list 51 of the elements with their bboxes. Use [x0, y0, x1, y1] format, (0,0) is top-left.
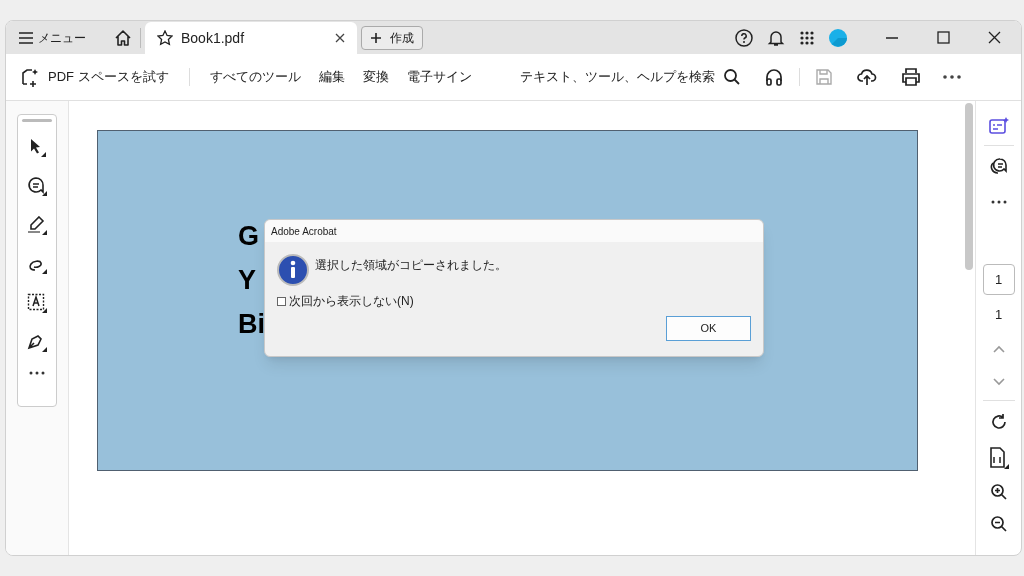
rotate-icon[interactable] — [989, 412, 1008, 431]
maximize-icon[interactable] — [937, 31, 950, 44]
chevron-up-icon[interactable] — [992, 344, 1005, 353]
avatar-icon[interactable] — [829, 28, 847, 47]
cloud-upload-icon[interactable] — [857, 68, 877, 86]
menu-button[interactable]: メニュー — [6, 21, 94, 54]
toolbar-menu-item[interactable]: 編集 — [318, 67, 345, 87]
highlighter-icon[interactable] — [27, 215, 47, 235]
try-space-button[interactable]: PDF スペースを試す — [20, 67, 169, 87]
sparkle-document-icon — [20, 67, 40, 87]
plus-icon — [370, 31, 382, 44]
dont-show-checkbox[interactable]: 次回から表示しない(N) — [265, 292, 763, 310]
text-box-icon[interactable] — [27, 293, 47, 313]
dialog-title: Adobe Acrobat — [271, 224, 337, 239]
comment-icon[interactable] — [27, 176, 47, 196]
document-tab[interactable]: Book1.pdf — [145, 22, 357, 54]
home-icon — [114, 28, 132, 47]
headphones-icon[interactable] — [765, 68, 783, 86]
toolbar-menu-item[interactable]: 変換 — [362, 67, 389, 87]
more-icon[interactable] — [29, 371, 45, 375]
page-number-field[interactable]: 1 — [982, 264, 1015, 295]
search-button[interactable]: テキスト、ツール、ヘルプを検索 — [520, 67, 715, 87]
ai-assistant-icon[interactable] — [988, 117, 1009, 135]
search-icon[interactable] — [723, 68, 741, 86]
menu-icon — [18, 31, 34, 44]
document-text: Bi — [238, 309, 265, 340]
ok-button[interactable]: OK — [666, 316, 751, 341]
pen-sign-icon[interactable] — [27, 332, 47, 352]
more-icon[interactable] — [990, 200, 1007, 204]
apps-grid-icon[interactable] — [799, 29, 815, 46]
actual-size-icon[interactable] — [988, 446, 1009, 469]
print-icon[interactable] — [901, 68, 921, 86]
help-icon[interactable] — [735, 28, 753, 47]
zoom-in-icon[interactable] — [989, 482, 1008, 501]
dialog-message: 選択した領域がコピーされました。 — [315, 257, 507, 274]
more-icon[interactable] — [943, 75, 961, 79]
document-text: G — [238, 221, 259, 252]
star-icon[interactable] — [157, 30, 173, 46]
toolbar-menu-item[interactable]: すべてのツール — [209, 67, 301, 87]
scrollbar-thumb[interactable] — [965, 103, 973, 270]
info-icon — [277, 254, 309, 286]
zoom-out-icon[interactable] — [989, 514, 1008, 533]
toolbar-menu-item[interactable]: 電子サイン — [406, 67, 472, 87]
document-text: Y — [238, 265, 256, 296]
page-count: 1 — [994, 306, 1003, 324]
close-icon[interactable] — [988, 31, 1001, 44]
comments-icon[interactable] — [988, 156, 1009, 176]
create-button[interactable]: 作成 — [361, 25, 423, 50]
close-icon[interactable] — [335, 33, 345, 43]
bell-icon[interactable] — [767, 28, 785, 47]
chevron-down-icon[interactable] — [992, 377, 1005, 386]
